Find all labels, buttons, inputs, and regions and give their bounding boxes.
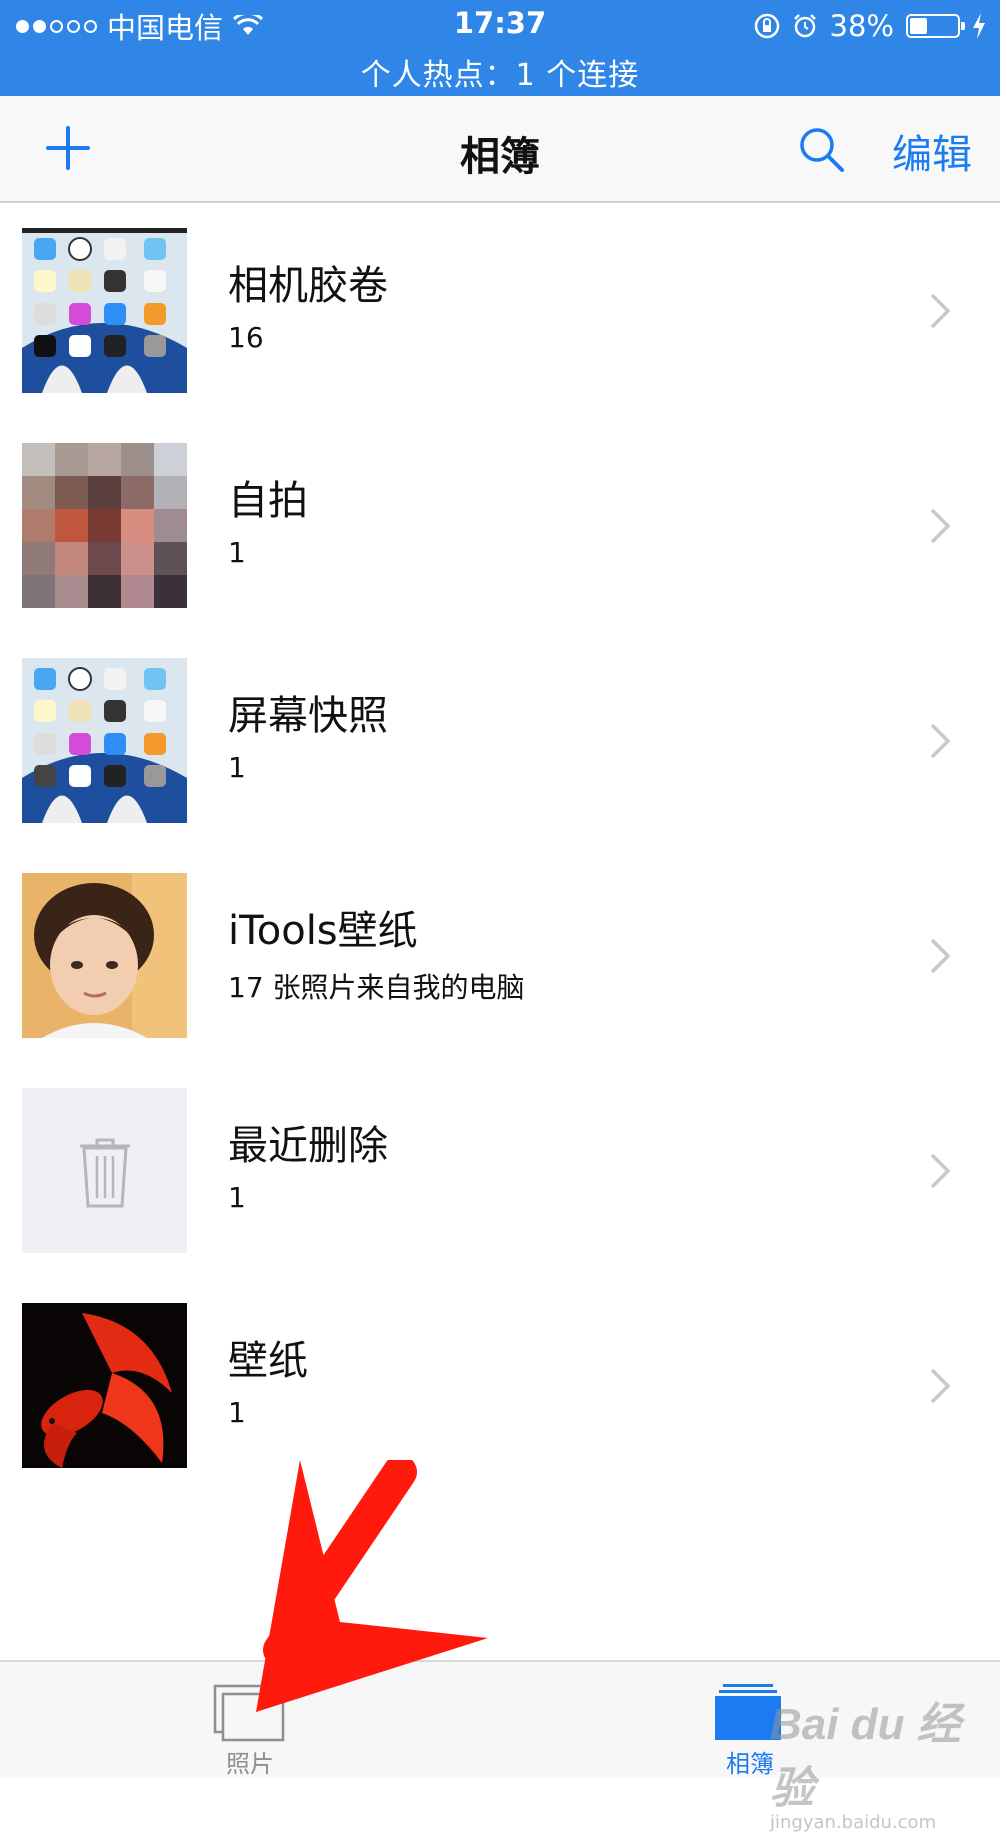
album-name: 壁纸 [228,1338,308,1384]
album-count: 1 [228,1396,246,1429]
chevron-right-icon [930,938,951,974]
chevron-right-icon [930,1368,951,1404]
album-thumbnail [22,228,187,393]
watermark-logo: Bai du 经验 [770,1700,961,1813]
album-count: 16 [228,321,264,354]
status-bar: 中国电信 17:37 38% 个人热点：1 个连接 [0,0,1000,96]
navigation-bar: 相簿 编辑 [0,96,1000,203]
home-screen-screenshot-thumbnail [22,658,187,823]
album-name: 最近删除 [228,1123,388,1169]
red-betta-fish-thumbnail [22,1303,187,1468]
red-annotation-arrow [256,1460,488,1712]
album-count: 17 张照片来自我的电脑 [228,971,525,1004]
album-thumbnail [22,1303,187,1468]
page-title: 相簿 [460,134,540,180]
search-icon[interactable] [796,124,846,174]
home-screen-screenshot-thumbnail [22,228,187,393]
alarm-icon [793,14,816,38]
chevron-right-icon [930,293,951,329]
album-count: 1 [228,751,246,784]
album-count: 1 [228,1181,246,1214]
album-name: 自拍 [228,478,308,524]
album-thumbnail [22,443,187,608]
album-row-selfies[interactable]: 自拍 1 [0,418,1000,633]
trash-icon [22,1088,187,1253]
album-row-camera-roll[interactable]: 相机胶卷 16 [0,203,1000,418]
album-row-itools-wallpapers[interactable]: iTools壁纸 17 张照片来自我的电脑 [0,848,1000,1063]
orientation-lock-icon [754,13,779,39]
album-name: 相机胶卷 [228,263,388,309]
watermark-url: jingyan.baidu.com [770,1812,937,1833]
battery-percent: 38% [829,9,894,43]
album-name: 屏幕快照 [228,693,388,739]
charging-bolt-icon [973,13,985,39]
chevron-right-icon [930,723,951,759]
album-row-recently-deleted[interactable]: 最近删除 1 [0,1063,1000,1278]
album-thumbnail [22,1088,187,1253]
chevron-right-icon [930,508,951,544]
status-right: 38% [754,8,986,44]
tab-label: 照片 [226,1750,274,1778]
child-portrait-thumbnail [22,873,187,1038]
baidu-jingyan-watermark: Bai du 经验 jingyan.baidu.com [770,1688,1000,1833]
album-name: iTools壁纸 [228,908,418,954]
chevron-right-icon [930,1153,951,1189]
edit-button[interactable]: 编辑 [892,122,972,180]
battery-icon [906,14,965,38]
album-thumbnail [22,658,187,823]
album-thumbnail [22,873,187,1038]
album-count: 1 [228,536,246,569]
album-row-screenshots[interactable]: 屏幕快照 1 [0,633,1000,848]
pixelated-selfie-thumbnail [22,443,187,608]
personal-hotspot-banner[interactable]: 个人热点：1 个连接 [0,50,1000,94]
